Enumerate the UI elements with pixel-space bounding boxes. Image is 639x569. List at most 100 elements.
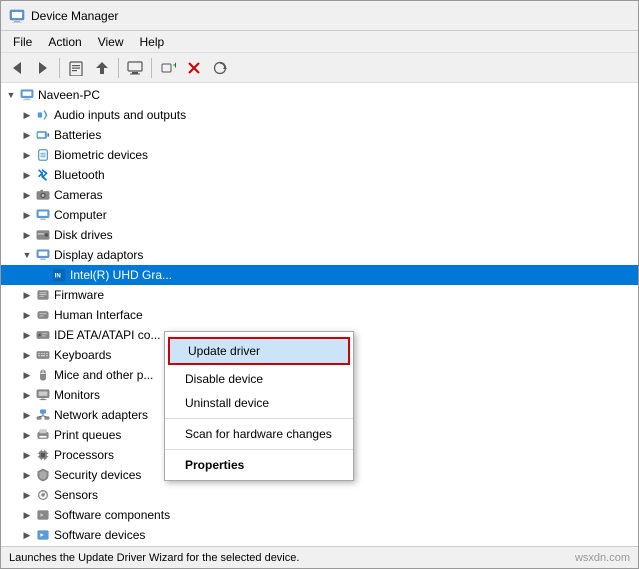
keyboard-icon — [35, 347, 51, 363]
menu-view[interactable]: View — [90, 33, 132, 51]
tree-item-intel[interactable]: IN Intel(R) UHD Gra... — [1, 265, 638, 285]
context-menu: Update driver Disable device Uninstall d… — [164, 331, 354, 481]
add-device-button[interactable]: + — [156, 56, 180, 80]
audio-expand-icon: ▶ — [19, 107, 35, 123]
tree-item-displayadaptors[interactable]: ▼ Display adaptors — [1, 245, 638, 265]
printqueues-label: Print queues — [54, 428, 121, 442]
tree-item-diskdrives[interactable]: ▶ Disk drives — [1, 225, 638, 245]
context-menu-uninstall-device[interactable]: Uninstall device — [165, 391, 353, 415]
network-expand-icon: ▶ — [19, 407, 35, 423]
menu-file[interactable]: File — [5, 33, 40, 51]
update-driver-toolbar-button[interactable] — [90, 56, 114, 80]
mice-expand-icon: ▶ — [19, 367, 35, 383]
keyboards-expand-icon: ▶ — [19, 347, 35, 363]
status-bar: Launches the Update Driver Wizard for th… — [1, 546, 638, 568]
mice-label: Mice and other p... — [54, 368, 153, 382]
battery-icon — [35, 127, 51, 143]
menu-help[interactable]: Help — [132, 33, 173, 51]
toolbar-sep-2 — [118, 58, 119, 78]
properties-button[interactable] — [64, 56, 88, 80]
humaninterface-expand-icon: ▶ — [19, 307, 35, 323]
softwarecomp-label: Software components — [54, 508, 170, 522]
uninstall-button[interactable] — [182, 56, 206, 80]
menu-bar: File Action View Help — [1, 31, 638, 53]
device-manager-window: Device Manager File Action View Help — [0, 0, 639, 569]
softwaredev-expand-icon: ▶ — [19, 527, 35, 543]
processors-label: Processors — [54, 448, 114, 462]
tree-item-batteries[interactable]: ▶ Batteries — [1, 125, 638, 145]
sensor-icon — [35, 487, 51, 503]
tree-item-firmware[interactable]: ▶ Firmware — [1, 285, 638, 305]
intel-label: Intel(R) UHD Gra... — [70, 268, 172, 282]
security-icon — [35, 467, 51, 483]
softwaredev-label: Software devices — [54, 528, 145, 542]
ideata-label: IDE ATA/ATAPI co... — [54, 328, 160, 342]
batteries-expand-icon: ▶ — [19, 127, 35, 143]
toolbar-sep-1 — [59, 58, 60, 78]
sensors-expand-icon: ▶ — [19, 487, 35, 503]
context-menu-update-driver[interactable]: Update driver — [170, 339, 348, 363]
firmware-icon — [35, 287, 51, 303]
title-bar-icon — [9, 8, 25, 24]
computer-label: Computer — [54, 208, 107, 222]
display-button[interactable] — [123, 56, 147, 80]
biometric-label: Biometric devices — [54, 148, 148, 162]
bluetooth-expand-icon: ▶ — [19, 167, 35, 183]
softwarecomp-expand-icon: ▶ — [19, 507, 35, 523]
batteries-label: Batteries — [54, 128, 101, 142]
tree-item-softwaredev[interactable]: ▶ Software devices — [1, 525, 638, 545]
tree-root[interactable]: ▼ Naveen-PC — [1, 85, 638, 105]
network-icon — [35, 407, 51, 423]
tree-item-computer[interactable]: ▶ Computer — [1, 205, 638, 225]
humaninterface-icon — [35, 307, 51, 323]
processors-expand-icon: ▶ — [19, 447, 35, 463]
context-menu-sep-2 — [165, 449, 353, 450]
brand-text: wsxdn.com — [575, 552, 630, 564]
firmware-label: Firmware — [54, 288, 104, 302]
audio-label: Audio inputs and outputs — [54, 108, 186, 122]
network-label: Network adapters — [54, 408, 148, 422]
tree-item-bluetooth[interactable]: ▶ Bluetooth — [1, 165, 638, 185]
cameras-expand-icon: ▶ — [19, 187, 35, 203]
context-menu-properties[interactable]: Properties — [165, 453, 353, 477]
monitors-label: Monitors — [54, 388, 100, 402]
svg-text:IN: IN — [55, 273, 61, 280]
tree-item-softwarecomp[interactable]: ▶ Software components — [1, 505, 638, 525]
cameras-label: Cameras — [54, 188, 103, 202]
humaninterface-label: Human Interface — [54, 308, 143, 322]
forward-button[interactable] — [31, 56, 55, 80]
diskdrives-label: Disk drives — [54, 228, 113, 242]
scan-button[interactable] — [208, 56, 232, 80]
root-expand-icon: ▼ — [3, 87, 19, 103]
root-label: Naveen-PC — [38, 88, 100, 102]
processor-icon — [35, 447, 51, 463]
tree-item-cameras[interactable]: ▶ Cameras — [1, 185, 638, 205]
tree-item-soundvideo[interactable]: ▶ Sound, video and game controllers — [1, 545, 638, 546]
disk-icon — [35, 227, 51, 243]
context-menu-disable-device[interactable]: Disable device — [165, 367, 353, 391]
software-icon — [35, 507, 51, 523]
context-menu-sep-1 — [165, 418, 353, 419]
menu-action[interactable]: Action — [40, 33, 89, 51]
context-menu-scan-hardware[interactable]: Scan for hardware changes — [165, 422, 353, 446]
cameras-icon — [35, 187, 51, 203]
toolbar: + — [1, 53, 638, 83]
tree-item-humaninterface[interactable]: ▶ Human Interface — [1, 305, 638, 325]
tree-item-audio[interactable]: ▶ Audio inputs and outputs — [1, 105, 638, 125]
tree-item-biometric[interactable]: ▶ Biometric devices — [1, 145, 638, 165]
biometric-expand-icon: ▶ — [19, 147, 35, 163]
main-content: ▼ Naveen-PC ▶ — [1, 83, 638, 546]
back-button[interactable] — [5, 56, 29, 80]
title-bar-text: Device Manager — [31, 9, 118, 23]
monitors-expand-icon: ▶ — [19, 387, 35, 403]
bluetooth-icon — [35, 167, 51, 183]
tree-item-sensors[interactable]: ▶ Sensors — [1, 485, 638, 505]
intel-icon: IN — [51, 267, 67, 283]
intel-expand-icon — [35, 267, 51, 283]
printqueues-expand-icon: ▶ — [19, 427, 35, 443]
security-label: Security devices — [54, 468, 141, 482]
title-bar: Device Manager — [1, 1, 638, 31]
diskdrives-expand-icon: ▶ — [19, 227, 35, 243]
ideata-expand-icon: ▶ — [19, 327, 35, 343]
ide-icon — [35, 327, 51, 343]
